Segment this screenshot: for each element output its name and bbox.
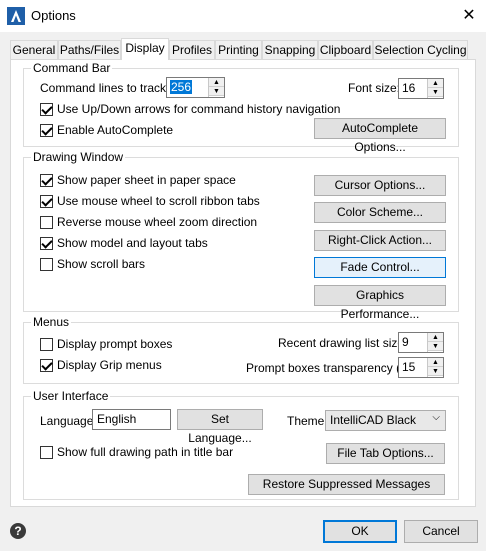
updown-checkbox[interactable] bbox=[40, 103, 53, 116]
stepper-up-icon[interactable]: ▲ bbox=[428, 79, 443, 88]
wheel-scroll-checkbox[interactable] bbox=[40, 195, 53, 208]
full-path-label: Show full drawing path in title bar bbox=[57, 445, 234, 459]
theme-value: IntelliCAD Black bbox=[330, 413, 417, 427]
wheel-scroll-label: Use mouse wheel to scroll ribbon tabs bbox=[57, 194, 260, 208]
file-tab-options-button[interactable]: File Tab Options... bbox=[326, 443, 445, 464]
chevron-down-icon: ⌵ bbox=[432, 412, 440, 423]
font-size-stepper[interactable]: 16 ▲ ▼ bbox=[398, 78, 444, 99]
menus-title: Menus bbox=[31, 315, 72, 329]
prompt-boxes-checkbox[interactable] bbox=[40, 338, 53, 351]
transparency-label: Prompt boxes transparency (%): bbox=[246, 361, 419, 375]
theme-label: Theme bbox=[287, 414, 325, 428]
close-icon[interactable]: ✕ bbox=[456, 4, 482, 28]
fade-control-button[interactable]: Fade Control... bbox=[314, 257, 446, 278]
tab-printing[interactable]: Printing bbox=[215, 40, 262, 59]
transparency-stepper[interactable]: 15 ▲ ▼ bbox=[398, 357, 444, 378]
transparency-value[interactable]: 15 bbox=[402, 360, 415, 374]
theme-select[interactable]: IntelliCAD Black ⌵ bbox=[325, 410, 446, 431]
graphics-performance-button[interactable]: Graphics Performance... bbox=[314, 285, 446, 321]
cursor-options-button[interactable]: Cursor Options... bbox=[314, 175, 446, 196]
tab-selection-cycling[interactable]: Selection Cycling bbox=[373, 40, 468, 59]
scroll-bars-label: Show scroll bars bbox=[57, 257, 146, 271]
updown-label: Use Up/Down arrows for command history n… bbox=[57, 102, 341, 116]
tab-display[interactable]: Display bbox=[121, 38, 169, 60]
language-field[interactable]: English bbox=[92, 409, 171, 430]
recent-list-label: Recent drawing list size: bbox=[278, 336, 408, 350]
ok-button[interactable]: OK bbox=[323, 520, 397, 543]
app-logo-icon bbox=[7, 7, 25, 25]
font-size-label: Font size: bbox=[348, 81, 401, 95]
restore-messages-button[interactable]: Restore Suppressed Messages bbox=[248, 474, 445, 495]
reverse-zoom-label: Reverse mouse wheel zoom direction bbox=[57, 215, 258, 229]
recent-list-stepper[interactable]: 9 ▲ ▼ bbox=[398, 332, 444, 353]
tab-paths-files[interactable]: Paths/Files bbox=[58, 40, 121, 59]
recent-list-value[interactable]: 9 bbox=[402, 335, 409, 349]
font-size-value[interactable]: 16 bbox=[402, 81, 415, 95]
cancel-button[interactable]: Cancel bbox=[404, 520, 478, 543]
autocomplete-options-button[interactable]: AutoComplete Options... bbox=[314, 118, 446, 154]
stepper-up-icon[interactable]: ▲ bbox=[428, 333, 443, 342]
tab-profiles[interactable]: Profiles bbox=[169, 40, 215, 59]
language-label: Language bbox=[40, 414, 94, 428]
stepper-down-icon[interactable]: ▼ bbox=[428, 367, 443, 376]
command-lines-stepper[interactable]: 256 ▲ ▼ bbox=[166, 77, 225, 98]
scroll-bars-checkbox[interactable] bbox=[40, 258, 53, 271]
tab-snapping[interactable]: Snapping bbox=[262, 40, 318, 59]
set-language-button[interactable]: Set Language... bbox=[177, 409, 263, 445]
paper-sheet-checkbox[interactable] bbox=[40, 174, 53, 187]
command-lines-label: Command lines to track: bbox=[40, 81, 170, 95]
reverse-zoom-checkbox[interactable] bbox=[40, 216, 53, 229]
grip-menus-checkbox[interactable] bbox=[40, 359, 53, 372]
command-lines-value[interactable]: 256 bbox=[170, 80, 193, 94]
drawing-window-title: Drawing Window bbox=[31, 150, 126, 164]
stepper-up-icon[interactable]: ▲ bbox=[428, 358, 443, 367]
full-path-checkbox[interactable] bbox=[40, 446, 53, 459]
help-icon[interactable]: ? bbox=[10, 523, 26, 539]
stepper-down-icon[interactable]: ▼ bbox=[428, 88, 443, 97]
autocomplete-checkbox[interactable] bbox=[40, 124, 53, 137]
autocomplete-label: Enable AutoComplete bbox=[57, 123, 174, 137]
stepper-down-icon[interactable]: ▼ bbox=[428, 342, 443, 351]
grip-menus-label: Display Grip menus bbox=[57, 358, 162, 372]
tab-general[interactable]: General bbox=[10, 40, 58, 59]
model-layout-tabs-checkbox[interactable] bbox=[40, 237, 53, 250]
command-bar-title: Command Bar bbox=[31, 61, 113, 75]
prompt-boxes-label: Display prompt boxes bbox=[57, 337, 173, 351]
user-interface-title: User Interface bbox=[31, 389, 111, 403]
model-layout-tabs-label: Show model and layout tabs bbox=[57, 236, 208, 250]
color-scheme-button[interactable]: Color Scheme... bbox=[314, 202, 446, 223]
stepper-down-icon[interactable]: ▼ bbox=[209, 87, 224, 96]
stepper-up-icon[interactable]: ▲ bbox=[209, 78, 224, 87]
window-title: Options bbox=[31, 8, 76, 23]
right-click-action-button[interactable]: Right-Click Action... bbox=[314, 230, 446, 251]
paper-sheet-label: Show paper sheet in paper space bbox=[57, 173, 236, 187]
tab-clipboard[interactable]: Clipboard bbox=[318, 40, 373, 59]
